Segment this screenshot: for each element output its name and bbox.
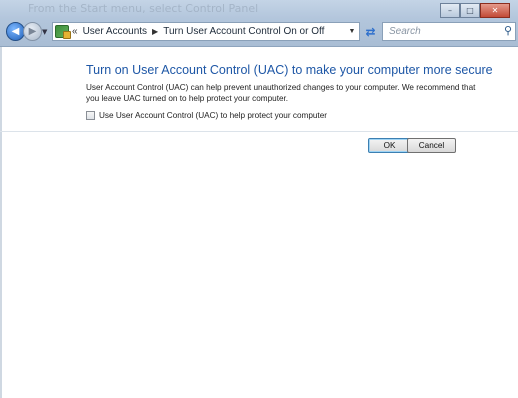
window-title: From the Start menu, select Control Pane… xyxy=(28,2,259,15)
refresh-button[interactable]: ⇄ xyxy=(361,22,380,41)
recent-pages-dropdown[interactable]: ▼ xyxy=(42,28,47,36)
page-title: Turn on User Account Control (UAC) to ma… xyxy=(86,63,493,77)
address-bar[interactable]: « User Accounts ▶ Turn User Account Cont… xyxy=(52,22,360,41)
minimize-button[interactable]: – xyxy=(440,3,460,18)
breadcrumb-separator-icon[interactable]: ▶ xyxy=(152,27,158,36)
cancel-button[interactable]: Cancel xyxy=(407,138,456,153)
search-icon[interactable]: ⚲ xyxy=(504,24,512,37)
search-box[interactable]: Search ⚲ xyxy=(382,22,516,41)
search-placeholder: Search xyxy=(389,26,421,37)
back-arrow-icon: ◀ xyxy=(11,26,20,37)
uac-checkbox[interactable] xyxy=(86,111,95,120)
breadcrumb-current[interactable]: Turn User Account Control On or Off xyxy=(163,26,324,37)
ok-button[interactable]: OK xyxy=(368,138,411,153)
refresh-icon: ⇄ xyxy=(365,24,376,39)
window-controls: – □ ✕ xyxy=(440,3,510,18)
title-bar: From the Start menu, select Control Pane… xyxy=(0,0,518,47)
control-panel-icon xyxy=(55,25,71,39)
divider xyxy=(0,131,518,132)
forward-button[interactable]: ▶ xyxy=(23,22,42,41)
window-left-border xyxy=(0,47,2,398)
close-button[interactable]: ✕ xyxy=(480,3,510,18)
breadcrumb-overflow[interactable]: « xyxy=(72,26,78,37)
address-dropdown-icon[interactable]: ▼ xyxy=(345,23,359,40)
navigation-bar: ◀ ▶ ▼ « User Accounts ▶ Turn User Accoun… xyxy=(0,20,518,42)
page-description: User Account Control (UAC) can help prev… xyxy=(86,83,476,103)
forward-arrow-icon: ▶ xyxy=(28,26,37,37)
uac-checkbox-label[interactable]: Use User Account Control (UAC) to help p… xyxy=(99,111,327,120)
uac-checkbox-row[interactable]: Use User Account Control (UAC) to help p… xyxy=(86,111,327,120)
maximize-button[interactable]: □ xyxy=(460,3,480,18)
breadcrumb-user-accounts[interactable]: User Accounts xyxy=(83,26,147,37)
